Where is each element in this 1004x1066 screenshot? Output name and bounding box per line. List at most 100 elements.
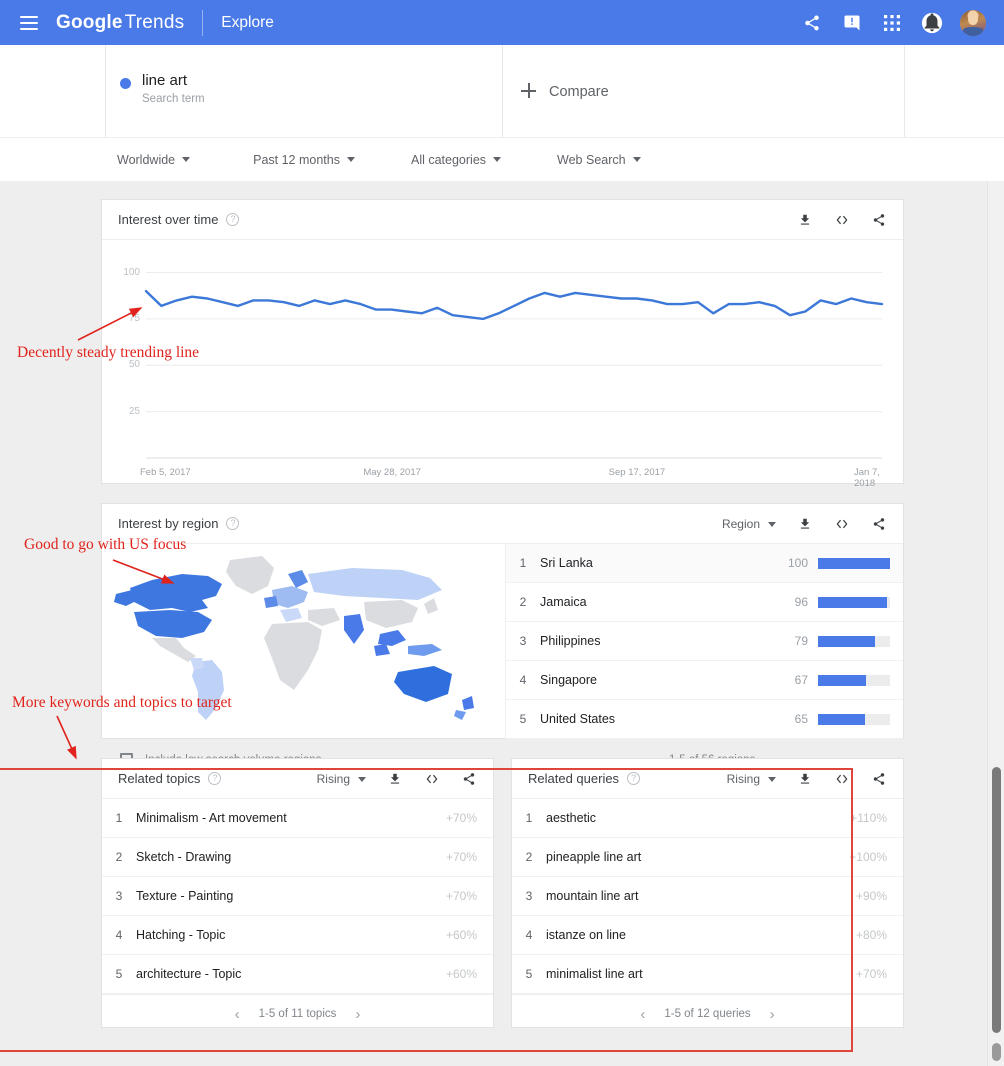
region-bar <box>818 596 890 608</box>
embed-icon[interactable] <box>830 512 854 536</box>
region-name: Singapore <box>540 673 597 687</box>
filter-search-type[interactable]: Web Search <box>557 153 641 167</box>
x-axis-tick-label: Sep 17, 2017 <box>608 467 666 478</box>
line-chart-svg <box>144 272 884 459</box>
chevron-down-icon <box>182 157 191 162</box>
region-value: 100 <box>787 556 808 570</box>
brand-logo[interactable]: Google Trends <box>56 12 184 34</box>
avatar-face <box>968 14 978 26</box>
interest-over-time-card: Interest over time ? 100 75 50 25 Feb 5,… <box>101 199 904 489</box>
app-bar: Google Trends Explore <box>0 0 1004 45</box>
apps-grid-icon[interactable] <box>880 11 904 35</box>
region-row[interactable]: 2 Jamaica 96 <box>506 583 903 622</box>
x-axis-tick-label: Jan 7, 2018 <box>854 467 880 489</box>
scrollbar-thumb-secondary[interactable] <box>992 1043 1001 1061</box>
avatar[interactable] <box>960 9 986 36</box>
share-icon[interactable] <box>800 11 824 35</box>
y-axis-tick-label: 25 <box>128 405 140 417</box>
chevron-down-icon <box>632 157 641 162</box>
y-axis-tick-label: 100 <box>123 266 140 278</box>
region-select-label: Region <box>721 517 760 531</box>
region-name: Jamaica <box>540 595 587 609</box>
interest-over-time-actions <box>793 200 891 240</box>
share-icon[interactable] <box>867 512 891 536</box>
content-area: Interest over time ? 100 75 50 25 Feb 5,… <box>0 181 1004 1066</box>
filter-search-type-label: Web Search <box>557 152 626 167</box>
search-term-row: line art Search term Compare <box>0 45 1004 137</box>
filter-location-label: Worldwide <box>117 152 176 167</box>
y-axis-tick-label: 75 <box>128 312 140 324</box>
region-bar <box>818 635 890 647</box>
search-term-text: line art <box>142 72 188 89</box>
region-rank: 2 <box>519 595 527 609</box>
brand-google-text: Google <box>56 11 123 33</box>
interest-by-region-actions: Region <box>722 504 891 544</box>
search-term-card[interactable]: line art Search term <box>105 45 502 137</box>
region-rank: 5 <box>519 712 527 726</box>
download-icon[interactable] <box>793 512 817 536</box>
download-icon[interactable] <box>793 208 817 232</box>
annotation-us-focus: Good to go with US focus <box>24 536 187 553</box>
feedback-icon[interactable] <box>840 11 864 35</box>
interest-over-time-header: Interest over time ? <box>102 200 903 240</box>
annotation-keywords: More keywords and topics to target <box>12 694 232 711</box>
help-icon[interactable]: ? <box>226 213 240 226</box>
chevron-down-icon <box>768 521 776 527</box>
region-row[interactable]: 1 Sri Lanka 100 <box>506 544 903 583</box>
related-change: +70% <box>855 967 887 981</box>
region-select[interactable]: Region <box>722 517 776 531</box>
related-change: +100% <box>849 850 887 864</box>
notifications-bell-icon[interactable] <box>920 11 944 35</box>
interest-by-region-title: Interest by region <box>118 516 219 531</box>
interest-by-region-header: Interest by region ? Region <box>102 504 903 544</box>
region-rank: 3 <box>519 634 527 648</box>
series-color-dot <box>120 78 131 89</box>
chart-line-series <box>144 289 884 321</box>
share-icon[interactable] <box>867 767 891 791</box>
scrollbar-thumb[interactable] <box>992 767 1001 1033</box>
chevron-down-icon <box>493 157 502 162</box>
plus-icon <box>521 83 536 98</box>
term-row-right-divider <box>904 45 905 137</box>
vertical-scrollbar[interactable] <box>987 181 1004 1066</box>
region-name: United States <box>540 712 616 726</box>
filter-time-range[interactable]: Past 12 months <box>253 153 355 167</box>
related-change: +80% <box>855 928 887 942</box>
region-rows: 1 Sri Lanka 100 2 Jamaica 96 3 Philippines 79 4 Si… <box>506 544 903 739</box>
chevron-down-icon <box>346 157 355 162</box>
interest-over-time-title: Interest over time <box>118 212 219 227</box>
compare-label: Compare <box>549 84 609 100</box>
hamburger-icon[interactable] <box>20 15 38 30</box>
appbar-actions <box>800 9 986 36</box>
filter-category[interactable]: All categories <box>410 152 502 167</box>
avatar-body <box>962 27 984 36</box>
region-value: 96 <box>794 595 808 609</box>
related-change: +90% <box>855 889 887 903</box>
filter-bar: Worldwide Past 12 months All categories … <box>0 137 1004 181</box>
x-axis-tick-label: Feb 5, 2017 <box>140 467 191 478</box>
region-value: 67 <box>794 673 808 687</box>
x-axis-tick-label: May 28, 2017 <box>363 467 421 478</box>
related-change: +110% <box>850 811 887 825</box>
region-bar <box>818 713 890 725</box>
region-bar <box>818 557 890 569</box>
region-list: 1 Sri Lanka 100 2 Jamaica 96 3 Philippines 79 4 Si… <box>506 544 903 739</box>
region-rank: 1 <box>519 556 527 570</box>
filter-location[interactable]: Worldwide <box>117 152 191 167</box>
region-row[interactable]: 5 United States 65 <box>506 700 903 739</box>
share-icon[interactable] <box>867 208 891 232</box>
region-name: Philippines <box>540 634 601 648</box>
embed-icon[interactable] <box>830 208 854 232</box>
appbar-divider <box>202 9 204 36</box>
region-rank: 4 <box>519 673 527 687</box>
filter-category-label: All categories <box>410 152 487 167</box>
region-row[interactable]: 3 Philippines 79 <box>506 622 903 661</box>
search-term-type: Search term <box>142 93 205 105</box>
region-name: Sri Lanka <box>540 556 593 570</box>
brand-trends-text: Trends <box>124 11 185 33</box>
interest-over-time-chart[interactable]: 100 75 50 25 Feb 5, 2017 May 28, 2017 Sep 17,… <box>102 240 903 489</box>
help-icon[interactable]: ? <box>226 517 240 530</box>
region-row[interactable]: 4 Singapore 67 <box>506 661 903 700</box>
explore-link[interactable]: Explore <box>221 14 274 32</box>
compare-card[interactable]: Compare <box>502 45 904 137</box>
